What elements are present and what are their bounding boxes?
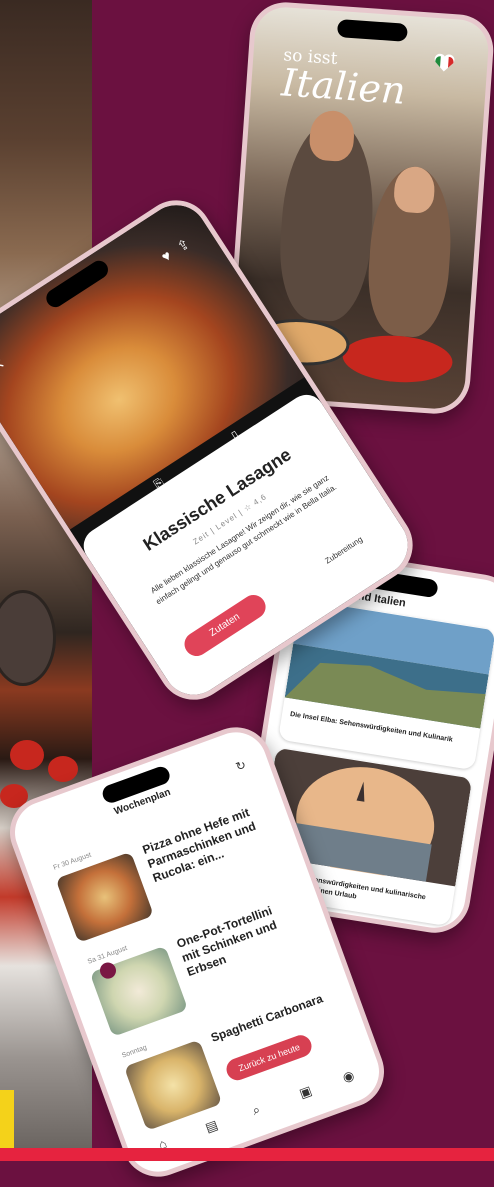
tomato-shape	[10, 740, 44, 770]
phone-notch	[336, 19, 408, 42]
brand-logo: so isst Italien	[280, 45, 408, 113]
tortellini-image	[89, 945, 189, 1037]
tomato-bowl	[341, 332, 455, 386]
profile-icon[interactable]: ◉	[340, 1067, 356, 1086]
search-icon[interactable]: ⌕	[250, 1101, 262, 1119]
recipes-icon[interactable]: ▤	[203, 1117, 220, 1136]
calendar-icon[interactable]: ▣	[297, 1083, 314, 1102]
italy-heart-icon	[434, 53, 455, 72]
ingredients-button[interactable]: Zutaten	[179, 590, 271, 661]
recipe-name: One-Pot-Tortellini mit Schinken und Erbs…	[174, 903, 279, 980]
pizza-image	[55, 851, 154, 943]
tomato-shape	[48, 756, 78, 782]
brand-line2: Italien	[280, 60, 408, 113]
preparation-link[interactable]: Zubereitung	[323, 535, 364, 566]
recipe-name: Pizza ohne Hefe mit Parmaschinken und Ru…	[140, 805, 258, 886]
yellow-accent	[0, 1090, 14, 1150]
bottom-accent-bar	[0, 1148, 494, 1161]
chef-man-face	[308, 109, 356, 163]
bowl-shape	[0, 590, 56, 686]
